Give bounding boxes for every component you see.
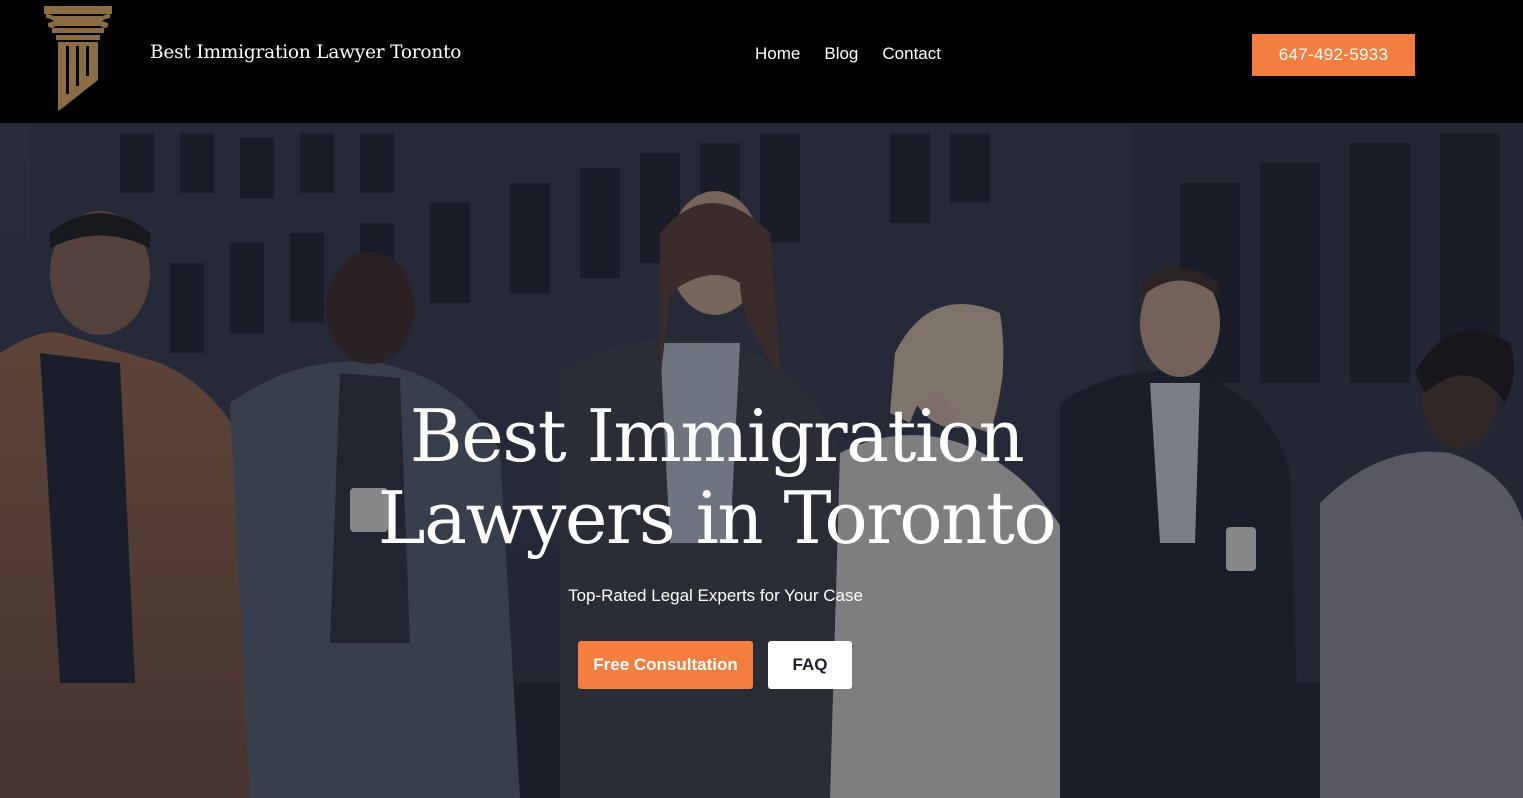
free-consultation-button[interactable]: Free Consultation	[578, 641, 753, 689]
hero-headline: Best Immigration Lawyers in Toronto	[0, 395, 1433, 559]
hero-headline-line1: Best Immigration	[409, 394, 1025, 478]
site-header: Best Immigration Lawyer Toronto Home Blo…	[0, 0, 1523, 123]
hero-subtitle: Top-Rated Legal Experts for Your Case	[568, 586, 863, 605]
nav-home[interactable]: Home	[755, 44, 800, 64]
hero-section: Best Immigration Lawyers in Toronto Top-…	[0, 123, 1523, 798]
nav-contact[interactable]: Contact	[882, 44, 941, 64]
nav-blog[interactable]: Blog	[824, 44, 858, 64]
hero-headline-line2: Lawyers in Toronto	[377, 476, 1057, 560]
column-pillar-icon[interactable]	[44, 6, 114, 110]
main-nav: Home Blog Contact	[755, 44, 941, 64]
site-title[interactable]: Best Immigration Lawyer Toronto	[150, 42, 461, 63]
faq-button[interactable]: FAQ	[768, 641, 852, 689]
phone-button[interactable]: 647-492-5933	[1252, 34, 1415, 76]
